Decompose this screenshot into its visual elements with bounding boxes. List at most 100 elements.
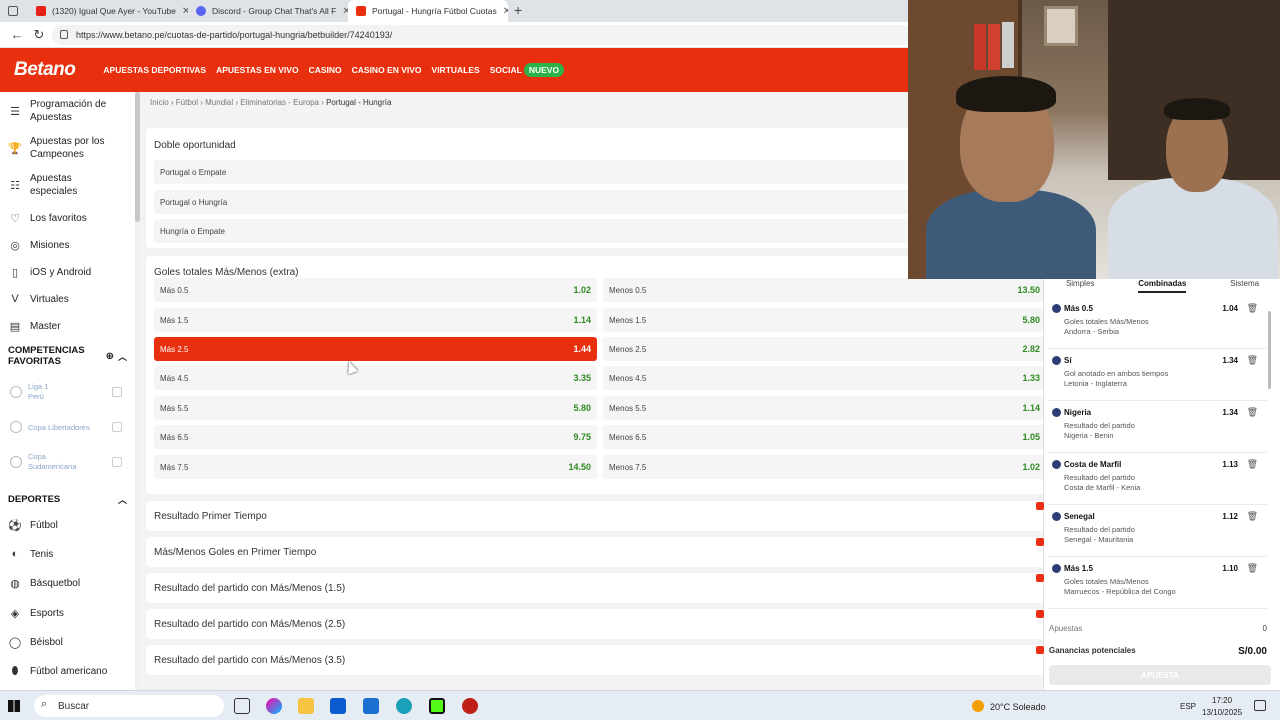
under-odds-button[interactable]: Menos 5.5 1.14 bbox=[603, 396, 1046, 420]
under-odds-button[interactable]: Menos 1.5 5.80 bbox=[603, 308, 1046, 332]
tab-discord[interactable]: Discord - Group Chat That's All F ✕ bbox=[188, 0, 348, 22]
picture-frame bbox=[1044, 6, 1078, 46]
copilot-icon[interactable] bbox=[266, 698, 282, 714]
sidebar-item-programacion[interactable]: ☰ Programación de Apuestas bbox=[0, 98, 135, 124]
tab-youtube[interactable]: (1320) Igual Que Ayer - YouTube ✕ bbox=[28, 0, 188, 22]
store-icon[interactable] bbox=[330, 698, 346, 714]
favorite-checkbox[interactable] bbox=[112, 457, 122, 467]
favorite-checkbox[interactable] bbox=[112, 422, 122, 432]
betslip-selection[interactable]: Nigeria Resultado del partido Nigeria - Be… bbox=[1048, 405, 1268, 453]
sidebar-item-misiones[interactable]: ◎ Misiones bbox=[0, 238, 77, 252]
trash-icon[interactable]: 🗑 bbox=[1247, 407, 1258, 418]
double-chance-option[interactable]: Hungría o Empate bbox=[154, 219, 914, 243]
under-odds-button[interactable]: Menos 2.5 2.82 bbox=[603, 337, 1046, 361]
sidebar-sport-tenis[interactable]: ◐ Tenis bbox=[0, 547, 61, 561]
over-odds-button[interactable]: Más 5.5 5.80 bbox=[154, 396, 597, 420]
under-odds-button[interactable]: Menos 6.5 1.05 bbox=[603, 425, 1046, 449]
betslip-selection[interactable]: Costa de Marfil Resultado del partido Cost… bbox=[1048, 457, 1268, 505]
favorite-checkbox[interactable] bbox=[112, 387, 122, 397]
collapse-icon[interactable]: ︿ bbox=[118, 493, 127, 506]
nav-virtuales[interactable]: VIRTUALES bbox=[432, 65, 480, 75]
sidebar-sport-basquetbol[interactable]: ◍ Básquetbol bbox=[0, 576, 88, 590]
edge-icon[interactable] bbox=[396, 698, 412, 714]
clock-date[interactable]: 13/10/2025 bbox=[1202, 708, 1242, 717]
selection-odd: 1.04 bbox=[1222, 304, 1238, 313]
sidebar-sport-esports[interactable]: ◈ Esports bbox=[0, 606, 72, 620]
trash-icon[interactable]: 🗑 bbox=[1247, 563, 1258, 574]
app-icon[interactable] bbox=[462, 698, 478, 714]
double-chance-option[interactable]: Portugal o Hungría bbox=[154, 190, 914, 214]
sidebar-item-ios-android[interactable]: ▯ iOS y Android bbox=[0, 265, 99, 279]
over-odds-button[interactable]: Más 6.5 9.75 bbox=[154, 425, 597, 449]
reload-icon[interactable]: ↻ bbox=[30, 27, 48, 43]
under-odds-button[interactable]: Menos 0.5 13.50 bbox=[603, 278, 1046, 302]
taskbar-search[interactable]: ⌕ Buscar bbox=[34, 695, 224, 717]
sidebar-item-virtuales[interactable]: V Virtuales bbox=[0, 292, 77, 306]
under-odds-button[interactable]: Menos 7.5 1.02 bbox=[603, 455, 1046, 479]
add-favorite-icon[interactable]: ⊕ bbox=[106, 351, 114, 362]
task-view-icon[interactable] bbox=[234, 698, 250, 714]
collapse-icon[interactable]: ︿ bbox=[118, 350, 127, 363]
breadcrumb-link[interactable]: Mundial bbox=[205, 98, 233, 107]
over-odds-button[interactable]: Más 0.5 1.02 bbox=[154, 278, 597, 302]
nav-casino[interactable]: CASINO bbox=[309, 65, 342, 75]
new-tab-icon[interactable]: + bbox=[514, 2, 522, 18]
nav-apuestas-deportivas[interactable]: APUESTAS DEPORTIVAS bbox=[103, 65, 206, 75]
under-odds-button[interactable]: Menos 4.5 1.33 bbox=[603, 366, 1046, 390]
trash-icon[interactable]: 🗑 bbox=[1247, 511, 1258, 522]
stake-value[interactable]: 0 bbox=[1263, 624, 1267, 633]
market-accordion[interactable]: Resultado Primer Tiempo bbox=[146, 501, 1046, 531]
over-odds-button[interactable]: Más 7.5 14.50 bbox=[154, 455, 597, 479]
windows-start-icon[interactable] bbox=[8, 700, 20, 712]
over-odds-button[interactable]: Más 2.5 1.44 bbox=[154, 337, 597, 361]
favorite-competition[interactable]: Copa Libertadores bbox=[0, 421, 132, 433]
sidebar-sport-futbol[interactable]: ⚽ Fútbol bbox=[0, 518, 66, 532]
favorite-competition[interactable]: Liga 1 Perú bbox=[0, 382, 132, 402]
tab-simples[interactable]: Simples bbox=[1066, 279, 1094, 293]
market-accordion[interactable]: Más/Menos Goles en Primer Tiempo bbox=[146, 537, 1046, 567]
notifications-icon[interactable] bbox=[1254, 700, 1266, 711]
sidebar-sport-futbol-americano[interactable]: ⬮ Fútbol americano bbox=[0, 664, 115, 678]
betslip-scrollbar[interactable] bbox=[1268, 311, 1271, 389]
breadcrumb-link[interactable]: Fútbol bbox=[176, 98, 198, 107]
double-chance-option[interactable]: Portugal o Empate bbox=[154, 160, 914, 184]
window-menu-icon[interactable] bbox=[8, 6, 18, 16]
over-odds-button[interactable]: Más 1.5 1.14 bbox=[154, 308, 597, 332]
file-explorer-icon[interactable] bbox=[298, 698, 314, 714]
breadcrumb-link[interactable]: Inicio bbox=[150, 98, 169, 107]
sidebar-item-campeones[interactable]: 🏆 Apuestas por los Campeones bbox=[0, 135, 135, 161]
mail-icon[interactable] bbox=[363, 698, 379, 714]
breadcrumb-link[interactable]: Eliminatorias - Europa bbox=[240, 98, 319, 107]
tab-sistema[interactable]: Sistema bbox=[1230, 279, 1259, 293]
trash-icon[interactable]: 🗑 bbox=[1247, 459, 1258, 470]
tab-betano[interactable]: Portugal - Hungría Fútbol Cuotas ✕ bbox=[348, 0, 508, 22]
weather-text[interactable]: 20°C Soleado bbox=[990, 702, 1046, 712]
nav-social[interactable]: SOCIAL NUEVO bbox=[490, 63, 565, 77]
kick-icon[interactable] bbox=[429, 698, 445, 714]
nav-casino-en-vivo[interactable]: CASINO EN VIVO bbox=[352, 65, 422, 75]
market-accordion[interactable]: Resultado del partido con Más/Menos (1.5… bbox=[146, 573, 1046, 603]
sidebar-sport-beisbol[interactable]: ◯ Béisbol bbox=[0, 635, 71, 649]
clock-time[interactable]: 17:20 bbox=[1212, 696, 1232, 705]
betslip-selection[interactable]: Sí Gol anotado en ambos tiempos Letonia - … bbox=[1048, 353, 1268, 401]
url-field[interactable]: https://www.betano.pe/cuotas-de-partido/… bbox=[52, 25, 912, 45]
betslip-selection[interactable]: Más 0.5 Goles totales Más/Menos Andorra - … bbox=[1048, 301, 1268, 349]
sidebar-item-favoritos[interactable]: ♡ Los favoritos bbox=[0, 211, 95, 225]
favorite-competition[interactable]: Copa Sudamericana bbox=[0, 452, 132, 472]
close-icon[interactable]: ✕ bbox=[503, 6, 508, 17]
place-bet-button[interactable]: APUESTA bbox=[1049, 665, 1271, 685]
market-accordion[interactable]: Resultado del partido con Más/Menos (3.5… bbox=[146, 645, 1046, 675]
sidebar-item-especiales[interactable]: ☷ Apuestas especiales bbox=[0, 172, 135, 198]
tab-combinadas[interactable]: Combinadas bbox=[1138, 279, 1187, 293]
nav-apuestas-en-vivo[interactable]: APUESTAS EN VIVO bbox=[216, 65, 299, 75]
sidebar-item-master[interactable]: ▤ Master bbox=[0, 319, 69, 333]
trash-icon[interactable]: 🗑 bbox=[1247, 355, 1258, 366]
market-accordion[interactable]: Resultado del partido con Más/Menos (2.5… bbox=[146, 609, 1046, 639]
language-indicator[interactable]: ESP bbox=[1180, 702, 1196, 711]
back-icon[interactable]: ← bbox=[8, 27, 26, 42]
betslip-selection[interactable]: Senegal Resultado del partido Senegal - Ma… bbox=[1048, 509, 1268, 557]
betslip-selection[interactable]: Más 1.5 Goles totales Más/Menos Marruecos … bbox=[1048, 561, 1268, 609]
trash-icon[interactable]: 🗑 bbox=[1247, 303, 1258, 314]
over-odds-button[interactable]: Más 4.5 3.35 bbox=[154, 366, 597, 390]
betano-logo[interactable]: Betano bbox=[14, 59, 76, 81]
